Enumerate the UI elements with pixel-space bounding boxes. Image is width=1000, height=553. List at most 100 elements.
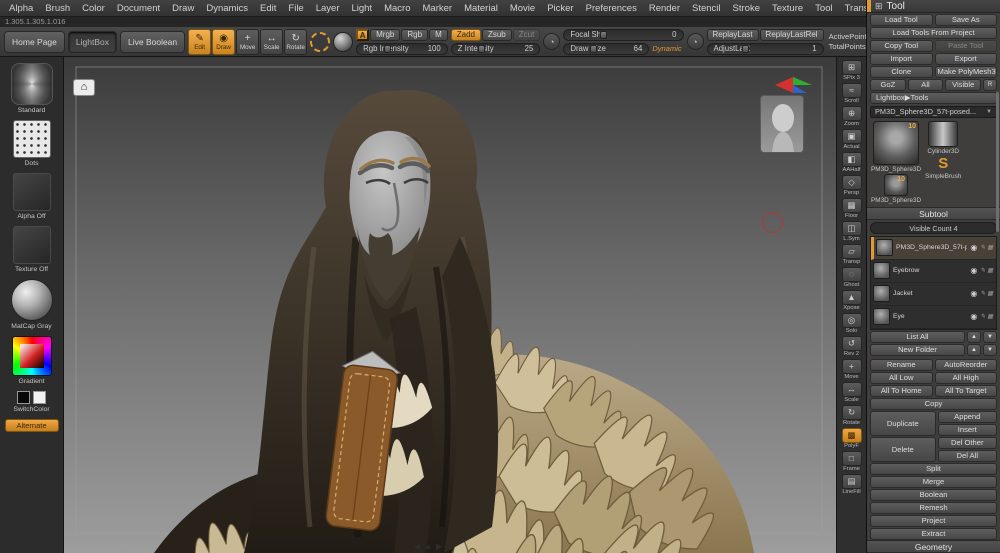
replay-dial-icon[interactable]: ◔ (687, 33, 704, 50)
right-shelf-item[interactable]: ◧ AAHalf (837, 152, 866, 174)
cylinder3d-thumbnail[interactable] (928, 121, 958, 147)
z-intensity-slider[interactable]: Z Intensity 25 (451, 43, 541, 55)
goz-button[interactable]: GoZ (870, 79, 906, 91)
replay-last-button[interactable]: ReplayLast (707, 29, 759, 41)
subtool-item[interactable]: PM3D_Sphere3D_57t-posed ◉ ✎ ▦ (871, 237, 996, 260)
texture-thumbnail[interactable] (13, 226, 51, 264)
right-shelf-icon[interactable]: ↺ (842, 336, 862, 351)
right-shelf-icon[interactable]: ◧ (842, 152, 862, 167)
copy-tool-button[interactable]: Copy Tool (870, 40, 933, 52)
visible-count-slider[interactable]: Visible Count 4 (870, 222, 997, 234)
lightbox-tools-button[interactable]: Lightbox▶Tools (870, 92, 997, 104)
all-to-target-button[interactable]: All To Target (935, 385, 998, 397)
material-selector[interactable]: MatCap Gray (11, 279, 53, 330)
right-shelf-icon[interactable]: ≈ (842, 83, 862, 98)
right-shelf-icon[interactable]: ◫ (842, 221, 862, 236)
material-preview-icon[interactable] (333, 32, 353, 52)
lightbox-button[interactable]: LightBox (68, 31, 117, 53)
alpha-thumbnail[interactable] (13, 173, 51, 211)
menu-item[interactable]: Tool (809, 1, 838, 16)
subtool-row-icons[interactable]: ✎ ▦ (980, 267, 993, 274)
m-button[interactable]: M (429, 29, 448, 41)
right-shelf-item[interactable]: ↻ Rotate (837, 405, 866, 427)
right-shelf-item[interactable]: ◎ Solo (837, 313, 866, 335)
zcut-button[interactable]: Zcut (513, 29, 541, 41)
menu-item[interactable]: Stencil (686, 1, 727, 16)
goz-r-button[interactable]: R (983, 79, 997, 91)
rgb-intensity-slider[interactable]: Rgb Intensity 100 (356, 43, 448, 55)
poly-icon[interactable]: ▦ (987, 313, 993, 320)
subtool-up-button[interactable]: ▲ (967, 331, 981, 343)
right-shelf-item[interactable]: ◇ Persp (837, 175, 866, 197)
recent-tool-thumbnail[interactable]: 10 (884, 174, 908, 196)
folder-up-button[interactable]: ▲ (967, 344, 981, 356)
zsub-button[interactable]: Zsub (482, 29, 512, 41)
paint-icon[interactable]: ✎ (980, 267, 985, 274)
right-shelf-icon[interactable]: ⊞ (842, 60, 862, 75)
document-scroll-arrows[interactable]: ◀ ▲ ▶ (414, 543, 442, 551)
del-other-button[interactable]: Del Other (938, 437, 998, 449)
secondary-color-swatch[interactable] (33, 391, 46, 404)
paint-icon[interactable]: ✎ (980, 290, 985, 297)
project-button[interactable]: Project (870, 515, 997, 527)
poly-icon[interactable]: ▦ (987, 267, 993, 274)
save-as-button[interactable]: Save As (935, 14, 998, 26)
menu-item[interactable]: Layer (310, 1, 346, 16)
right-shelf-icon[interactable]: ↔ (842, 382, 862, 397)
rename-button[interactable]: Rename (870, 359, 933, 371)
menu-item[interactable]: File (282, 1, 309, 16)
subtool-row-icons[interactable]: ✎ ▦ (980, 290, 993, 297)
right-shelf-icon[interactable]: ▦ (842, 198, 862, 213)
scale-button[interactable]: ↔ Scale (260, 29, 283, 55)
append-button[interactable]: Append (938, 411, 998, 423)
right-shelf-item[interactable]: ◫ L.Sym (837, 221, 866, 243)
document-viewport[interactable]: ⌂ ◀ (64, 57, 836, 553)
autoreorder-button[interactable]: AutoReorder (935, 359, 998, 371)
menu-item[interactable]: Color (76, 1, 111, 16)
active-tool-dropdown[interactable]: PM3D_Sphere3D_57t-posed... ▼ (870, 106, 997, 117)
merge-button[interactable]: Merge (870, 476, 997, 488)
menu-item[interactable]: Edit (254, 1, 282, 16)
subtool-section-header[interactable]: Subtool (867, 207, 1000, 220)
make-polymesh3d-button[interactable]: Make PolyMesh3D (935, 66, 998, 78)
menu-item[interactable]: Stroke (727, 1, 766, 16)
home-page-button[interactable]: Home Page (4, 31, 65, 53)
right-shelf-icon[interactable]: ◎ (842, 313, 862, 328)
folder-down-button[interactable]: ▼ (983, 344, 997, 356)
right-shelf-item[interactable]: ▲ Xpose (837, 290, 866, 312)
paste-tool-button[interactable]: Paste Tool (935, 40, 998, 52)
geometry-section-header[interactable]: Geometry (867, 540, 1000, 553)
remesh-button[interactable]: Remesh (870, 502, 997, 514)
subtool-down-button[interactable]: ▼ (983, 331, 997, 343)
paint-icon[interactable]: ✎ (980, 244, 985, 251)
right-shelf-item[interactable]: ▣ Actual (837, 129, 866, 151)
right-shelf-icon[interactable]: ▩ (842, 428, 862, 443)
right-shelf-icon[interactable]: ◇ (842, 175, 862, 190)
right-shelf-item[interactable]: ▦ Floor (837, 198, 866, 220)
copy-subtool-button[interactable]: Copy (870, 398, 997, 410)
menu-item[interactable]: Picker (541, 1, 579, 16)
brush-selector[interactable]: Standard (11, 63, 53, 114)
stroke-selector[interactable]: Dots (13, 120, 51, 167)
menu-item[interactable]: Document (111, 1, 166, 16)
delete-button[interactable]: Delete (870, 437, 936, 462)
tool-panel-scrollbar[interactable] (996, 92, 999, 232)
focal-dial-icon[interactable]: ◔ (543, 33, 560, 50)
alpha-selector[interactable]: Alpha Off (13, 173, 51, 220)
camera-head-preview[interactable] (760, 95, 804, 153)
a-badge-button[interactable]: A (356, 29, 369, 41)
adjust-last-slider[interactable]: AdjustLast 1 (707, 43, 824, 55)
tool-palette-header[interactable]: ⊞ Tool (867, 0, 1000, 13)
paint-icon[interactable]: ✎ (980, 313, 985, 320)
right-shelf-item[interactable]: ⊞ SPix 3 (837, 60, 866, 82)
poly-icon[interactable]: ▦ (987, 290, 993, 297)
menu-item[interactable]: Texture (766, 1, 809, 16)
alternate-button[interactable]: Alternate (5, 419, 59, 432)
draw-size-slider[interactable]: Draw Size 64 (563, 43, 649, 55)
right-shelf-item[interactable]: ▱ Transp (837, 244, 866, 266)
stroke-thumbnail[interactable] (13, 120, 51, 158)
eye-icon[interactable]: ◉ (970, 312, 977, 321)
insert-button[interactable]: Insert (938, 424, 998, 436)
draw-button[interactable]: ◉ Draw (212, 29, 235, 55)
brush-thumbnail[interactable] (11, 63, 53, 105)
